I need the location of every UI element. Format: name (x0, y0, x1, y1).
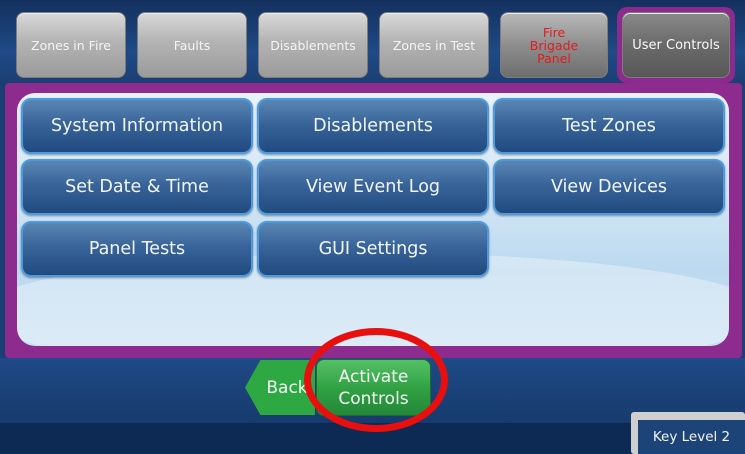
view-devices-button[interactable]: View Devices (493, 159, 725, 215)
tab-fire-line-1: Fire (542, 24, 566, 40)
key-level-indicator: Key Level 2 (638, 420, 745, 454)
activate-controls-button[interactable]: Activate Controls (316, 359, 431, 416)
tab-zones-in-fire[interactable]: Zones in Fire (16, 12, 126, 78)
gui-settings-button[interactable]: GUI Settings (257, 221, 489, 277)
view-event-log-button[interactable]: View Event Log (257, 159, 489, 215)
tab-user-controls[interactable]: User Controls (622, 12, 730, 78)
set-date-time-button[interactable]: Set Date & Time (21, 159, 253, 215)
activate-label-line-1: Activate (338, 366, 409, 387)
fire-panel-screen: Zones in Fire Faults Disablements Zones … (0, 0, 745, 454)
test-zones-button[interactable]: Test Zones (493, 98, 725, 154)
tab-fire-brigade-panel[interactable]: Fire Brigade Panel (500, 12, 608, 78)
top-tab-bar: Zones in Fire Faults Disablements Zones … (0, 0, 745, 86)
tab-fire-line-2: Brigade (529, 37, 579, 53)
tab-disablements[interactable]: Disablements (258, 12, 368, 78)
tab-zones-in-test[interactable]: Zones in Test (379, 12, 489, 78)
tab-fire-line-3: Panel (537, 50, 571, 66)
activate-label-line-2: Controls (338, 388, 409, 409)
disablements-button[interactable]: Disablements (257, 98, 489, 154)
system-information-button[interactable]: System Information (21, 98, 253, 154)
panel-tests-button[interactable]: Panel Tests (21, 221, 253, 277)
tab-faults[interactable]: Faults (137, 12, 247, 78)
